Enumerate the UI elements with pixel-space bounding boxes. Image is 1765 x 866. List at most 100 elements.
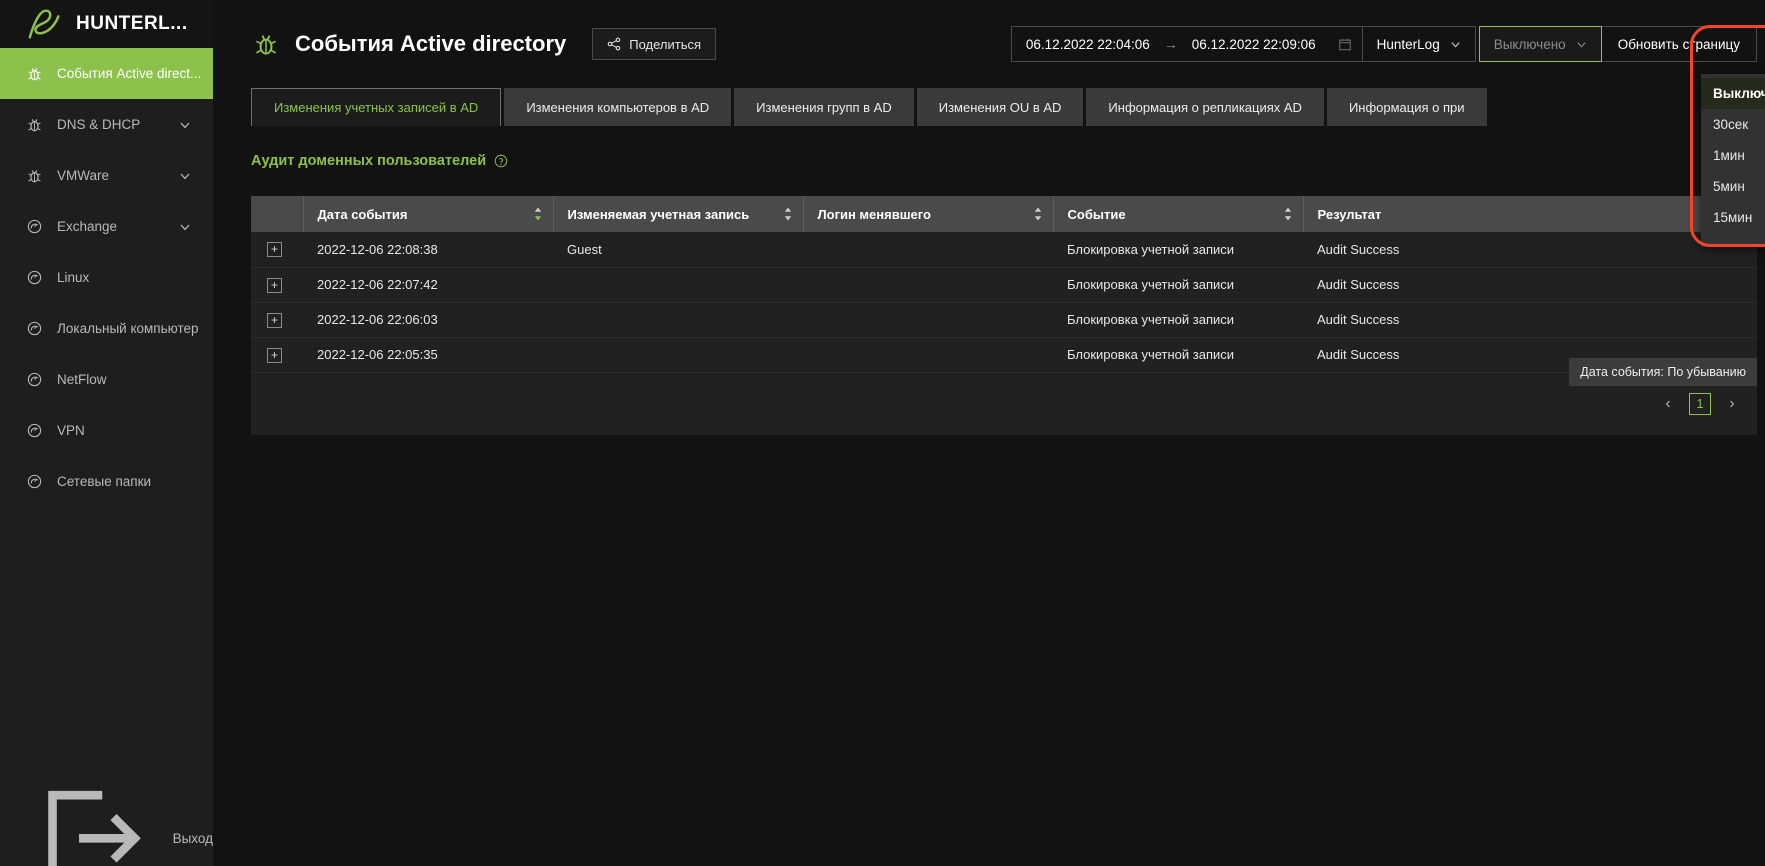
auto-refresh-option-off[interactable]: Выключено bbox=[1701, 78, 1765, 109]
date-to-value[interactable]: 06.12.2022 22:09:06 bbox=[1192, 37, 1316, 52]
brand-header[interactable]: HUNTERL... bbox=[0, 0, 213, 48]
auto-refresh-value: Выключено bbox=[1493, 36, 1566, 52]
hunter-logo-icon bbox=[28, 9, 60, 39]
gauge-icon bbox=[27, 372, 42, 387]
auto-refresh-option-label: 15мин bbox=[1713, 210, 1753, 225]
tab-ad-privilege-info[interactable]: Информация о при bbox=[1326, 88, 1487, 126]
gauge-icon bbox=[27, 423, 42, 438]
date-range-picker[interactable]: 06.12.2022 22:04:06 → 06.12.2022 22:09:0… bbox=[1010, 26, 1363, 62]
auto-refresh-dropdown-menu[interactable]: Выключено 30сек 1мин 5мин 15мин bbox=[1701, 74, 1765, 247]
share-button[interactable]: Поделиться bbox=[592, 28, 717, 60]
table-header-label: Дата события bbox=[317, 206, 408, 222]
calendar-icon[interactable] bbox=[1338, 37, 1352, 52]
sort-arrows-icon[interactable] bbox=[783, 206, 793, 222]
auto-refresh-option-1m[interactable]: 1мин bbox=[1701, 140, 1765, 171]
tab-ad-group-changes[interactable]: Изменения групп в AD bbox=[734, 88, 914, 126]
date-range-arrow: → bbox=[1163, 36, 1178, 52]
table-cell-expand: + bbox=[251, 302, 303, 338]
sort-tooltip: Дата события: По убыванию bbox=[1569, 358, 1757, 386]
sidebar-item-ad-events[interactable]: События Active direct... bbox=[0, 48, 213, 99]
log-source-value: HunterLog bbox=[1376, 36, 1440, 52]
sidebar-item-vpn[interactable]: VPN bbox=[0, 405, 213, 456]
sidebar-item-label: VPN bbox=[57, 423, 85, 438]
panel-title: Аудит доменных пользователей bbox=[251, 153, 487, 169]
table-cell-login bbox=[803, 302, 1053, 338]
sidebar-item-dns-dhcp[interactable]: DNS & DHCP bbox=[0, 99, 213, 150]
sort-arrows-icon[interactable] bbox=[1033, 206, 1043, 222]
events-table: Дата события Изменяемая учетная запись Л… bbox=[251, 196, 1757, 373]
audit-panel: Аудит доменных пользователей Дата событи… bbox=[251, 126, 1757, 526]
auto-refresh-option-5m[interactable]: 5мин bbox=[1701, 171, 1765, 202]
log-source-select[interactable]: HunterLog bbox=[1362, 26, 1476, 62]
tab-label: Информация о при bbox=[1348, 99, 1465, 115]
table-row[interactable]: + 2022-12-06 22:07:42 Блокировка учетной… bbox=[251, 267, 1757, 303]
table-row[interactable]: + 2022-12-06 22:05:35 Блокировка учетной… bbox=[251, 337, 1757, 373]
table-header-label: Логин менявшего bbox=[817, 206, 931, 222]
expand-row-button[interactable]: + bbox=[267, 312, 282, 328]
sidebar-item-local-computer[interactable]: Локальный компьютер bbox=[0, 303, 213, 354]
sidebar-item-label: DNS & DHCP bbox=[57, 117, 141, 132]
tab-ad-computer-changes[interactable]: Изменения компьютеров в AD bbox=[504, 88, 732, 126]
table-cell-event: Блокировка учетной записи bbox=[1053, 337, 1303, 373]
page-title-wrap: События Active directory bbox=[253, 31, 566, 57]
pagination-page-1[interactable]: 1 bbox=[1689, 392, 1711, 415]
toolbar-right: 06.12.2022 22:04:06 → 06.12.2022 22:09:0… bbox=[1010, 26, 1757, 62]
gauge-icon bbox=[27, 321, 42, 336]
pagination-next-button[interactable]: › bbox=[1721, 395, 1743, 413]
sidebar-item-label: NetFlow bbox=[57, 372, 107, 387]
auto-refresh-select[interactable]: Выключено bbox=[1478, 26, 1602, 62]
sidebar-item-label: Локальный компьютер bbox=[57, 321, 199, 336]
logout-label: Выход bbox=[172, 830, 213, 846]
tab-label: Изменения учетных записей в AD bbox=[274, 100, 479, 115]
tab-label: Изменения компьютеров в AD bbox=[526, 99, 710, 115]
table-cell-login bbox=[803, 337, 1053, 373]
sidebar-item-netflow[interactable]: NetFlow bbox=[0, 354, 213, 405]
sidebar-item-network-folders[interactable]: Сетевые папки bbox=[0, 456, 213, 507]
auto-refresh-option-30s[interactable]: 30сек bbox=[1701, 109, 1765, 140]
expand-row-button[interactable]: + bbox=[267, 277, 282, 293]
sidebar-item-linux[interactable]: Linux bbox=[0, 252, 213, 303]
page-title: События Active directory bbox=[295, 31, 567, 56]
table-cell-date: 2022-12-06 22:05:35 bbox=[303, 337, 553, 373]
sidebar-item-vmware[interactable]: VMWare bbox=[0, 150, 213, 201]
refresh-page-label: Обновить страницу bbox=[1617, 36, 1740, 52]
table-header-date[interactable]: Дата события bbox=[303, 196, 554, 232]
sort-arrows-icon[interactable] bbox=[1283, 206, 1293, 222]
table-header-label: Событие bbox=[1067, 206, 1126, 222]
table-cell-date: 2022-12-06 22:06:03 bbox=[303, 302, 553, 338]
table-header-login[interactable]: Логин менявшего bbox=[803, 196, 1054, 232]
panel-header: Аудит доменных пользователей bbox=[251, 126, 1757, 196]
table-header-account[interactable]: Изменяемая учетная запись bbox=[553, 196, 804, 232]
table-cell-result: Audit Success bbox=[1303, 232, 1757, 268]
table-row[interactable]: + 2022-12-06 22:06:03 Блокировка учетной… bbox=[251, 302, 1757, 338]
sort-arrows-icon[interactable] bbox=[533, 206, 543, 222]
table-row[interactable]: + 2022-12-06 22:08:38 Guest Блокировка у… bbox=[251, 232, 1757, 268]
logout-button[interactable]: Выход bbox=[0, 790, 213, 866]
table-cell-event: Блокировка учетной записи bbox=[1053, 302, 1303, 338]
page-toolbar: События Active directory Поделиться 06.1… bbox=[213, 0, 1765, 88]
gauge-icon bbox=[27, 219, 42, 234]
chevron-down-icon bbox=[1451, 41, 1460, 48]
sidebar-item-label: Linux bbox=[57, 270, 90, 285]
refresh-page-button[interactable]: Обновить страницу bbox=[1601, 26, 1757, 62]
sidebar-item-exchange[interactable]: Exchange bbox=[0, 201, 213, 252]
table-cell-event: Блокировка учетной записи bbox=[1053, 232, 1303, 268]
bug-icon bbox=[28, 119, 41, 132]
date-from-value[interactable]: 06.12.2022 22:04:06 bbox=[1026, 37, 1150, 52]
chevron-down-icon bbox=[180, 173, 190, 179]
gauge-icon bbox=[27, 474, 42, 489]
auto-refresh-option-15m[interactable]: 15мин bbox=[1701, 202, 1765, 233]
expand-row-button[interactable]: + bbox=[267, 347, 282, 363]
pagination-prev-button[interactable]: ‹ bbox=[1657, 395, 1679, 413]
tab-ad-replication-info[interactable]: Информация о репликациях AD bbox=[1086, 88, 1324, 126]
tab-ad-account-changes[interactable]: Изменения учетных записей в AD bbox=[251, 88, 502, 126]
question-circle-icon[interactable] bbox=[494, 154, 508, 168]
table-cell-expand: + bbox=[251, 337, 303, 373]
sidebar-item-label: События Active direct... bbox=[57, 66, 202, 81]
table-header-result[interactable]: Результат bbox=[1303, 196, 1757, 232]
tab-ad-ou-changes[interactable]: Изменения OU в AD bbox=[916, 88, 1084, 126]
share-icon bbox=[607, 37, 621, 51]
expand-row-button[interactable]: + bbox=[267, 242, 282, 258]
sidebar: HUNTERL... События Active direct... DNS … bbox=[0, 0, 213, 866]
table-header-event[interactable]: Событие bbox=[1053, 196, 1304, 232]
